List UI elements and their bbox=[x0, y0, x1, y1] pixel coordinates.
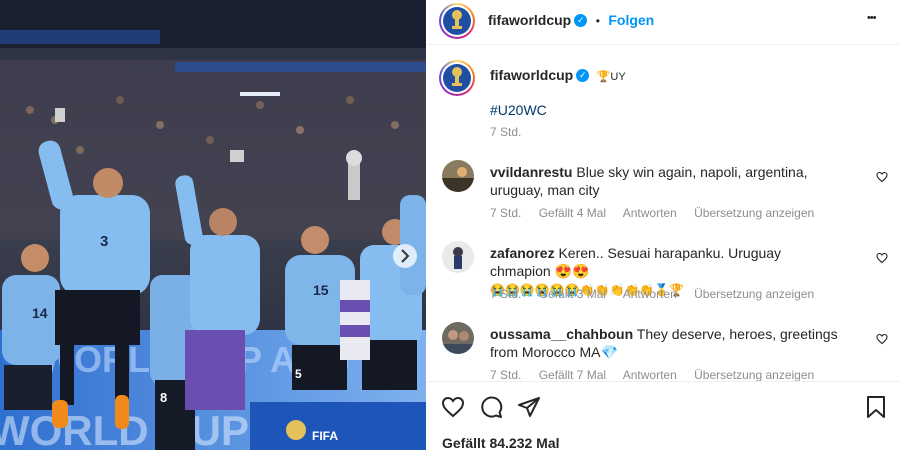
comment-meta: 7 Std. Gefällt 3 Mal Antworten Übersetzu… bbox=[490, 287, 828, 301]
comment-content: oussama__chahboun They deserve, heroes, … bbox=[490, 325, 840, 361]
carousel-next-button[interactable] bbox=[393, 244, 417, 268]
jersey-number-8: 8 bbox=[160, 390, 167, 405]
post-detail-panel: fifaworldcup ✓ • Folgen ••• fifaworldcup ✓… bbox=[427, 0, 900, 451]
save-bookmark-icon[interactable] bbox=[865, 395, 887, 419]
comment-time[interactable]: 7 Std. bbox=[490, 287, 521, 301]
total-likes[interactable]: Gefällt 84.232 Mal bbox=[442, 435, 560, 451]
jersey-number-15: 15 bbox=[313, 282, 329, 298]
separator-dot: • bbox=[595, 14, 600, 28]
hashtag-link[interactable]: #U20WC bbox=[490, 102, 547, 118]
reply-button[interactable]: Antworten bbox=[623, 206, 677, 220]
follow-button[interactable]: Folgen bbox=[608, 12, 654, 28]
comment-likes[interactable]: Gefällt 3 Mal bbox=[539, 287, 606, 301]
commenter-avatar[interactable] bbox=[442, 160, 474, 192]
caption-username[interactable]: fifaworldcup bbox=[490, 67, 573, 83]
like-heart-icon[interactable] bbox=[441, 395, 465, 419]
comment-meta: 7 Std. Gefällt 7 Mal Antworten Übersetzu… bbox=[490, 368, 828, 382]
comment-content: vvildanrestu Blue sky win again, napoli,… bbox=[490, 163, 840, 199]
caption-avatar[interactable] bbox=[439, 60, 475, 96]
reply-button[interactable]: Antworten bbox=[623, 287, 677, 301]
translate-button[interactable]: Übersetzung anzeigen bbox=[694, 368, 814, 382]
comment-username[interactable]: oussama__chahboun bbox=[490, 326, 633, 342]
action-bar: Gefällt 84.232 Mal bbox=[427, 381, 900, 451]
reply-button[interactable]: Antworten bbox=[623, 368, 677, 382]
jersey-number-3: 3 bbox=[100, 233, 108, 250]
comment-username[interactable]: vvildanrestu bbox=[490, 164, 572, 180]
comment-time[interactable]: 7 Std. bbox=[490, 368, 521, 382]
trophy-icon bbox=[452, 10, 462, 29]
commenter-avatar[interactable] bbox=[442, 322, 474, 354]
comment-likes[interactable]: Gefällt 7 Mal bbox=[539, 368, 606, 382]
comment-meta: 7 Std. Gefällt 4 Mal Antworten Übersetzu… bbox=[490, 206, 828, 220]
comment-likes[interactable]: Gefällt 4 Mal bbox=[539, 206, 606, 220]
comment-like-heart-icon[interactable] bbox=[876, 252, 888, 264]
commenter-avatar[interactable] bbox=[442, 241, 474, 273]
author-username[interactable]: fifaworldcup bbox=[488, 12, 571, 28]
post-header: fifaworldcup ✓ • Folgen ••• bbox=[427, 0, 900, 45]
caption-time[interactable]: 7 Std. bbox=[490, 125, 521, 139]
translate-button[interactable]: Übersetzung anzeigen bbox=[694, 206, 814, 220]
comment-time[interactable]: 7 Std. bbox=[490, 206, 521, 220]
fifa-board-text: FIFA bbox=[312, 429, 338, 443]
post-photo[interactable]: WORLD CUP ARG WORLD CUP ARG FIFA 14 3 bbox=[0, 0, 426, 450]
caption-suffix: 🏆UY bbox=[596, 71, 626, 83]
translate-button[interactable]: Übersetzung anzeigen bbox=[694, 287, 814, 301]
author-avatar[interactable] bbox=[439, 3, 475, 39]
share-paper-plane-icon[interactable] bbox=[517, 395, 541, 419]
more-options-icon[interactable]: ••• bbox=[867, 12, 877, 24]
comment-username[interactable]: zafanorez bbox=[490, 245, 555, 261]
trophy-icon bbox=[452, 67, 462, 86]
verified-badge-icon: ✓ bbox=[576, 69, 590, 83]
jersey-number-14: 14 bbox=[32, 305, 48, 321]
comment-bubble-icon[interactable] bbox=[479, 395, 503, 419]
team-celebration-image: WORLD CUP ARG WORLD CUP ARG FIFA 14 3 bbox=[0, 0, 426, 450]
jersey-number-5: 5 bbox=[295, 367, 302, 381]
comment-like-heart-icon[interactable] bbox=[876, 171, 888, 183]
comment-like-heart-icon[interactable] bbox=[876, 333, 888, 345]
verified-badge-icon: ✓ bbox=[574, 14, 588, 28]
